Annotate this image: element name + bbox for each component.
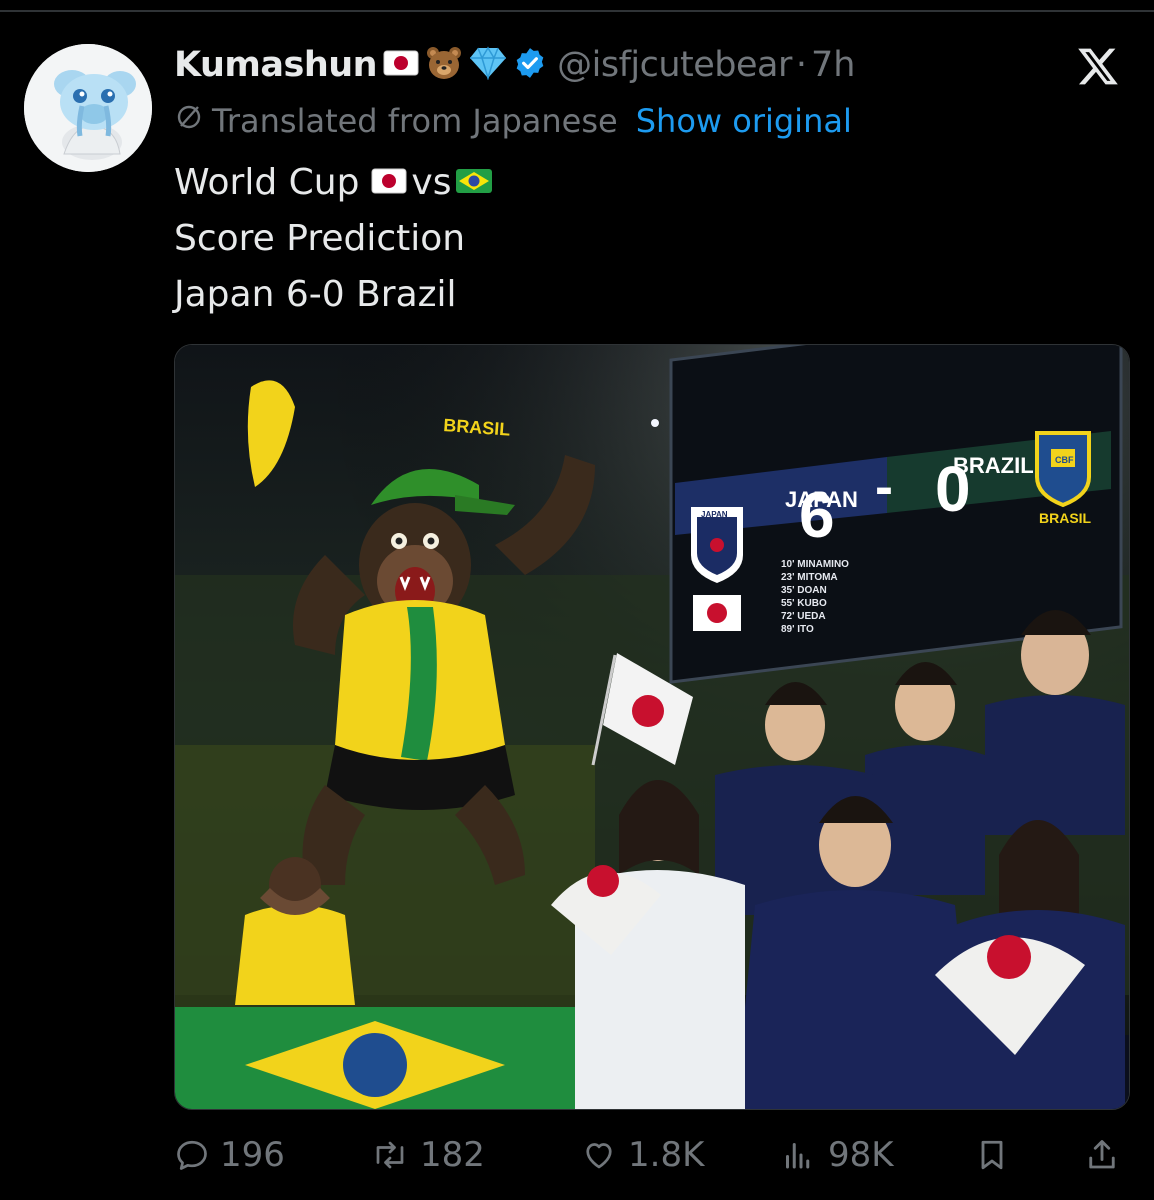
repost-icon — [376, 1141, 404, 1169]
stadium-illustration: JAPAN BRAZIL 6 - 0 JAPAN CBF BRASIL 10' … — [175, 345, 1129, 1109]
bear-emoji-icon — [425, 45, 463, 85]
reply-count: 196 — [220, 1135, 285, 1175]
top-divider — [0, 10, 1154, 12]
brasil-label: BRASIL — [1039, 510, 1092, 526]
brazil-flag-icon — [455, 162, 493, 203]
scorer-5: 72' UEDA — [781, 611, 826, 622]
share-icon — [1089, 1140, 1115, 1169]
cbf-crest-label: CBF — [1055, 455, 1074, 465]
tweet-image[interactable]: JAPAN BRAZIL 6 - 0 JAPAN CBF BRASIL 10' … — [174, 344, 1130, 1110]
avatar-bear-icon — [24, 44, 152, 172]
repost-count: 182 — [420, 1135, 485, 1175]
japan-crest-label: JAPAN — [701, 510, 728, 519]
tweet-header: Kumashun @isfjcutebear · 7h — [174, 40, 855, 90]
separator: · — [795, 45, 808, 85]
reply-button[interactable]: 196 — [174, 1130, 285, 1180]
share-button[interactable] — [1084, 1130, 1130, 1180]
tweet-text-line-2: Score Prediction — [174, 218, 466, 259]
verified-badge-icon[interactable] — [513, 46, 547, 84]
scorer-1: 10' MINAMINO — [781, 559, 849, 570]
avatar[interactable] — [24, 44, 152, 172]
reply-icon — [177, 1140, 207, 1170]
translated-label: Translated from Japanese — [212, 102, 618, 140]
like-button[interactable]: 1.8K — [580, 1130, 704, 1180]
tweet-text-world-cup: World Cup — [174, 162, 360, 203]
cbf-crest-icon — [1035, 431, 1091, 508]
scorer-3: 35' DOAN — [781, 585, 827, 596]
timestamp[interactable]: 7h — [811, 45, 855, 85]
tweet-text-line-3: Japan 6-0 Brazil — [174, 274, 457, 315]
translate-icon — [174, 102, 204, 140]
diamond-emoji-icon — [469, 46, 507, 84]
show-original-link[interactable]: Show original — [636, 102, 852, 140]
score-dash: - — [875, 457, 893, 517]
x-logo-icon[interactable] — [1076, 44, 1120, 88]
handle[interactable]: @isfjcutebear — [557, 45, 792, 85]
japan-flag-icon — [371, 162, 407, 203]
tweet-text-vs: vs — [411, 162, 452, 203]
views-count: 98K — [828, 1135, 894, 1175]
views-button[interactable]: 98K — [778, 1130, 894, 1180]
scorer-2: 23' MITOMA — [781, 572, 838, 583]
like-count: 1.8K — [628, 1135, 705, 1175]
action-bar: 196 182 1.8K 98K — [174, 1130, 1128, 1180]
translation-notice: Translated from Japanese Show original — [174, 102, 852, 140]
bookmark-icon — [981, 1140, 1003, 1170]
views-icon — [786, 1143, 810, 1169]
japan-flag-on-board-icon — [693, 595, 741, 631]
display-name[interactable]: Kumashun — [174, 45, 378, 85]
heart-icon — [586, 1143, 612, 1169]
repost-button[interactable]: 182 — [370, 1130, 485, 1180]
scorer-4: 55' KUBO — [781, 598, 827, 609]
home-score: 6 — [799, 479, 835, 551]
away-score: 0 — [935, 453, 971, 525]
japan-flag-icon — [383, 50, 419, 80]
scorer-6: 89' ITO — [781, 624, 814, 635]
tweet-text-line-1: World Cup vs — [174, 162, 497, 203]
bookmark-button[interactable] — [974, 1130, 1020, 1180]
